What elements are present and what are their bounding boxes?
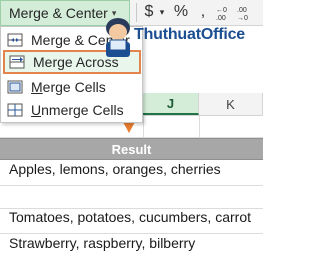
accelerator-key: U	[31, 102, 42, 118]
accelerator-key: M	[31, 79, 43, 95]
table-row[interactable]: Apples, lemons, oranges, cherries	[9, 161, 221, 177]
merge-across-icon	[9, 55, 25, 69]
unmerge-cells-icon	[7, 103, 23, 117]
table-row[interactable]: Strawberry, raspberry, bilberry	[9, 235, 195, 251]
logo-text: ThuthuatOffice	[134, 26, 245, 43]
merge-cells-icon	[7, 80, 23, 94]
table-row[interactable]: Tomatoes, potatoes, cucumbers, carrot	[9, 209, 251, 225]
menu-item-unmerge-cells[interactable]: Unmerge Cells	[3, 98, 141, 122]
menu-item-label-rest: erge Cells	[42, 79, 106, 95]
grid-line	[143, 116, 144, 137]
menu-item-label: Unmerge Cells	[31, 102, 124, 118]
column-header-j-label: J	[166, 95, 175, 111]
svg-text:←0: ←0	[216, 7, 227, 14]
mascot-icon	[106, 18, 130, 57]
column-header-j[interactable]: J	[143, 93, 199, 115]
result-header-label: Result	[111, 141, 152, 157]
grid-line	[0, 185, 263, 186]
svg-text:.00: .00	[237, 7, 247, 14]
column-header-k[interactable]: K	[199, 93, 263, 115]
menu-item-label-rest: nmerge Cells	[41, 102, 124, 118]
menu-item-merge-cells[interactable]: Merge Cells	[3, 75, 141, 99]
menu-item-label: Merge Cells	[31, 79, 106, 95]
merge-and-center-label: Merge & Center	[9, 5, 108, 21]
merge-center-icon	[7, 33, 23, 47]
grid-line	[0, 233, 263, 234]
column-header-k-label: K	[226, 96, 235, 112]
grid-line	[199, 116, 200, 137]
result-header-cell[interactable]: Result	[0, 138, 263, 160]
thuthuatoffice-logo: ThuthuatOffice	[96, 14, 263, 68]
